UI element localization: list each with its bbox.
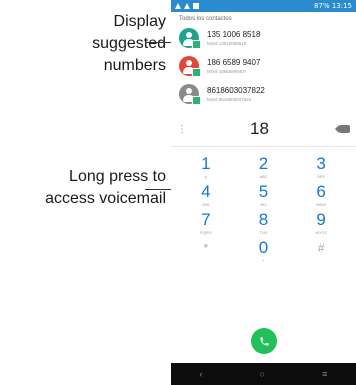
avatar [179, 84, 201, 105]
callout-line: numbers [103, 57, 166, 74]
key-letters: ABC [259, 174, 268, 179]
key-digit: 9 [316, 210, 326, 229]
avatar [179, 56, 201, 77]
key-letters: PQRS [200, 230, 212, 235]
key-star[interactable]: * [177, 239, 235, 263]
phone-screen: 87% 13:15 Todos los contactos 135 1006 8… [171, 0, 356, 385]
callout-voicemail: Long press to access voicemail [0, 166, 166, 210]
key-digit: 5 [258, 182, 269, 201]
suggested-contact[interactable]: 8618603037822 Móvil 8618603037822 [171, 80, 356, 108]
phone-icon [259, 336, 269, 346]
key-hash[interactable]: # [292, 239, 350, 263]
dialed-number-row: ⋮ 18 [171, 112, 356, 147]
key-digit: 8 [258, 210, 269, 229]
key-letters: TUV [259, 230, 268, 235]
key-letters [292, 258, 350, 263]
callout-line: access voicemail [45, 190, 166, 207]
warning-icon [184, 3, 190, 9]
callout-line: Display [113, 13, 166, 30]
key-3[interactable]: 3 DEF [292, 154, 350, 180]
key-digit: 3 [316, 154, 326, 173]
key-digit: # [317, 241, 325, 255]
home-icon[interactable]: ○ [260, 369, 265, 379]
back-icon[interactable]: ‹ [200, 369, 203, 379]
key-1[interactable]: 1ϙ [177, 154, 235, 180]
warning-icon [175, 3, 181, 9]
key-2[interactable]: 2 ABC [235, 154, 293, 180]
key-letters: WXYZ [315, 230, 327, 235]
contacts-section-header: Todos los contactos [179, 16, 232, 22]
key-digit: 2 [258, 154, 269, 173]
key-letters [177, 258, 235, 263]
key-8[interactable]: 8 TUV [235, 210, 293, 236]
voicemail-icon: ϙ [204, 174, 207, 179]
suggested-contact[interactable]: 186 6589 9407 Móvil 18665899407 [171, 52, 356, 80]
notification-icon [193, 3, 199, 9]
dialed-number[interactable]: 18 [250, 119, 269, 139]
key-digit: * [203, 241, 209, 255]
callout-line: Long press to [69, 168, 166, 185]
contact-number: 135 1006 8518 [207, 30, 261, 39]
contact-subtitle: Móvil 13510068518 [207, 41, 247, 46]
key-letters: DEF [317, 174, 326, 179]
callout-line: suggested [92, 35, 166, 52]
contact-subtitle: Móvil 18665899407 [207, 69, 247, 74]
recents-icon[interactable]: ≡ [322, 369, 327, 379]
backspace-icon[interactable] [334, 125, 350, 133]
contact-subtitle: Móvil 8618603037822 [207, 97, 252, 102]
key-letters: GHI [202, 202, 210, 207]
key-letters: + [262, 258, 265, 263]
suggested-contact[interactable]: 135 1006 8518 Móvil 13510068518 [171, 24, 356, 52]
key-7[interactable]: 7 PQRS [177, 210, 235, 236]
key-9[interactable]: 9 WXYZ [292, 210, 350, 236]
contact-number: 186 6589 9407 [207, 58, 261, 67]
avatar [179, 28, 201, 49]
key-digit: 0 [258, 238, 269, 257]
key-letters: JKL [260, 202, 267, 207]
key-digit: 4 [201, 182, 211, 201]
key-5[interactable]: 5 JKL [235, 182, 293, 208]
call-button[interactable] [251, 328, 277, 354]
key-digit: 6 [316, 182, 326, 201]
navigation-bar: ‹ ○ ≡ [171, 363, 356, 385]
key-6[interactable]: 6 MNO [292, 182, 350, 208]
more-options-icon[interactable]: ⋮ [177, 124, 187, 135]
callout-suggested-numbers: Display suggested numbers [16, 11, 166, 77]
key-4[interactable]: 4 GHI [177, 182, 235, 208]
key-digit: 7 [201, 210, 211, 229]
status-bar: 87% 13:15 [171, 0, 356, 12]
contact-number: 8618603037822 [207, 86, 265, 95]
key-digit: 1 [201, 154, 211, 173]
key-letters: MNO [316, 202, 326, 207]
dialpad: 1ϙ 2 ABC 3 DEF 4 GHI 5 JKL 6 MNO 7 PQRS 8 TUV 9… [171, 147, 356, 264]
status-battery-time: 87% 13:15 [314, 2, 352, 10]
key-0[interactable]: 0 + [235, 238, 293, 264]
